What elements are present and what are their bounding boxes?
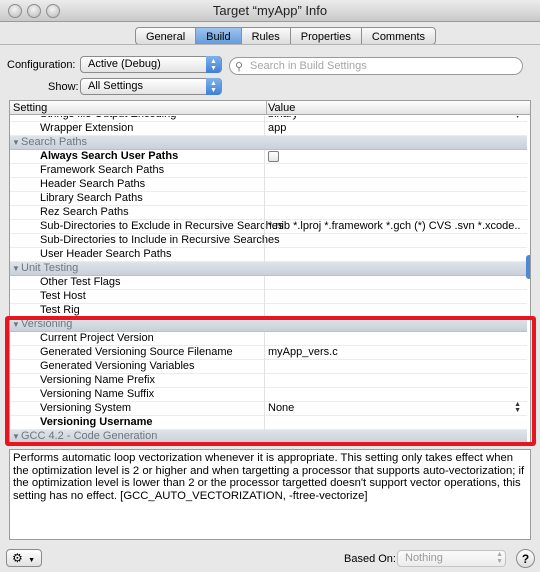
action-menu-button[interactable]: ⚙ ▼ xyxy=(6,549,42,567)
column-divider xyxy=(264,276,265,290)
title-bar: Target “myApp” Info xyxy=(0,0,540,22)
based-on-label: Based On: xyxy=(344,553,396,565)
table-row[interactable]: Header Search Paths xyxy=(10,178,527,192)
search-placeholder: Search in Build Settings xyxy=(250,60,367,72)
table-row[interactable]: Library Search Paths xyxy=(10,192,527,206)
setting-name: Framework Search Paths xyxy=(40,164,165,176)
based-on-select[interactable]: Nothing ▲ ▼ xyxy=(397,550,506,567)
column-header-setting[interactable]: Setting xyxy=(13,102,47,114)
disclosure-triangle-icon[interactable]: ▼ xyxy=(12,136,20,149)
column-divider xyxy=(264,206,265,220)
configuration-select[interactable]: Active (Debug) ▲ ▼ xyxy=(80,56,222,73)
stepper-arrows-icon: ▲ ▼ xyxy=(206,56,221,73)
based-on-value: Nothing xyxy=(405,552,443,564)
setting-name: Strings file Output Encoding xyxy=(40,116,176,121)
setting-name: Sub-Directories to Exclude in Recursive … xyxy=(40,220,284,232)
show-select[interactable]: All Settings ▲ ▼ xyxy=(80,78,222,95)
column-divider xyxy=(266,101,267,115)
setting-name: Test Host xyxy=(40,290,86,302)
setting-name: User Header Search Paths xyxy=(40,248,172,260)
chevron-down-icon: ▼ xyxy=(28,557,36,564)
tab-general[interactable]: General xyxy=(136,28,197,44)
search-icon: ⚲ xyxy=(235,61,244,73)
column-divider xyxy=(264,234,265,248)
versioning-highlight-box xyxy=(5,316,536,446)
group-header-row[interactable]: ▼ Unit Testing xyxy=(10,262,527,276)
scrollbar-thumb[interactable] xyxy=(526,255,530,279)
column-divider xyxy=(264,178,265,192)
stepper-arrows-icon: ▲ ▼ xyxy=(206,78,221,95)
setting-value[interactable]: binary xyxy=(268,116,521,121)
setting-name: Always Search User Paths xyxy=(40,150,179,162)
table-row[interactable]: Other Test Flags xyxy=(10,276,527,290)
setting-name: Sub-Directories to Include in Recursive … xyxy=(40,234,280,246)
setting-name: Wrapper Extension xyxy=(40,122,134,134)
tab-rules[interactable]: Rules xyxy=(242,28,291,44)
table-row[interactable]: Sub-Directories to Include in Recursive … xyxy=(10,234,527,248)
group-header-label: Search Paths xyxy=(21,136,88,148)
group-header-row[interactable]: ▼ Search Paths xyxy=(10,136,527,150)
show-value: All Settings xyxy=(88,80,144,92)
column-header-value[interactable]: Value xyxy=(268,102,295,114)
column-divider xyxy=(264,164,265,178)
disclosure-triangle-icon[interactable]: ▼ xyxy=(12,262,20,275)
setting-value[interactable]: app xyxy=(268,122,521,135)
table-row[interactable]: Framework Search Paths xyxy=(10,164,527,178)
setting-name: Header Search Paths xyxy=(40,178,146,190)
column-divider xyxy=(264,150,265,164)
column-divider xyxy=(264,248,265,262)
help-button[interactable]: ? xyxy=(516,549,535,568)
table-row[interactable]: Always Search User Paths xyxy=(10,150,527,164)
configuration-label: Configuration: xyxy=(7,59,76,71)
setting-name: Other Test Flags xyxy=(40,276,121,288)
table-row[interactable]: Sub-Directories to Exclude in Recursive … xyxy=(10,220,527,234)
table-row[interactable]: Test Host xyxy=(10,290,527,304)
setting-description: Performs automatic loop vectorization wh… xyxy=(9,449,531,540)
configuration-value: Active (Debug) xyxy=(88,58,161,70)
show-label: Show: xyxy=(48,81,79,93)
stepper-arrows-icon: ▲ ▼ xyxy=(496,551,503,565)
setting-value[interactable]: *.nib *.lproj *.framework *.gch (*) CVS … xyxy=(268,220,521,233)
gear-icon: ⚙ xyxy=(12,551,23,565)
setting-name: Rez Search Paths xyxy=(40,206,129,218)
tab-bar: General Build Rules Properties Comments xyxy=(135,27,437,45)
column-divider xyxy=(264,122,265,136)
tab-build[interactable]: Build xyxy=(196,28,242,44)
value-stepper-icon[interactable]: ▲▼ xyxy=(514,116,521,120)
column-divider xyxy=(264,290,265,304)
table-row[interactable]: User Header Search Paths xyxy=(10,248,527,262)
group-header-label: Unit Testing xyxy=(21,262,79,274)
tab-properties[interactable]: Properties xyxy=(291,28,362,44)
tab-separator xyxy=(0,44,540,45)
table-header: Setting Value xyxy=(10,101,530,115)
value-checkbox[interactable] xyxy=(268,151,279,162)
setting-name: Library Search Paths xyxy=(40,192,143,204)
search-input[interactable]: ⚲ Search in Build Settings xyxy=(229,57,523,75)
window-title: Target “myApp” Info xyxy=(212,3,328,18)
tab-comments[interactable]: Comments xyxy=(362,28,435,44)
table-row[interactable]: Wrapper Extension app xyxy=(10,122,527,136)
column-divider xyxy=(264,192,265,206)
column-divider xyxy=(264,220,265,234)
table-row[interactable]: Rez Search Paths xyxy=(10,206,527,220)
